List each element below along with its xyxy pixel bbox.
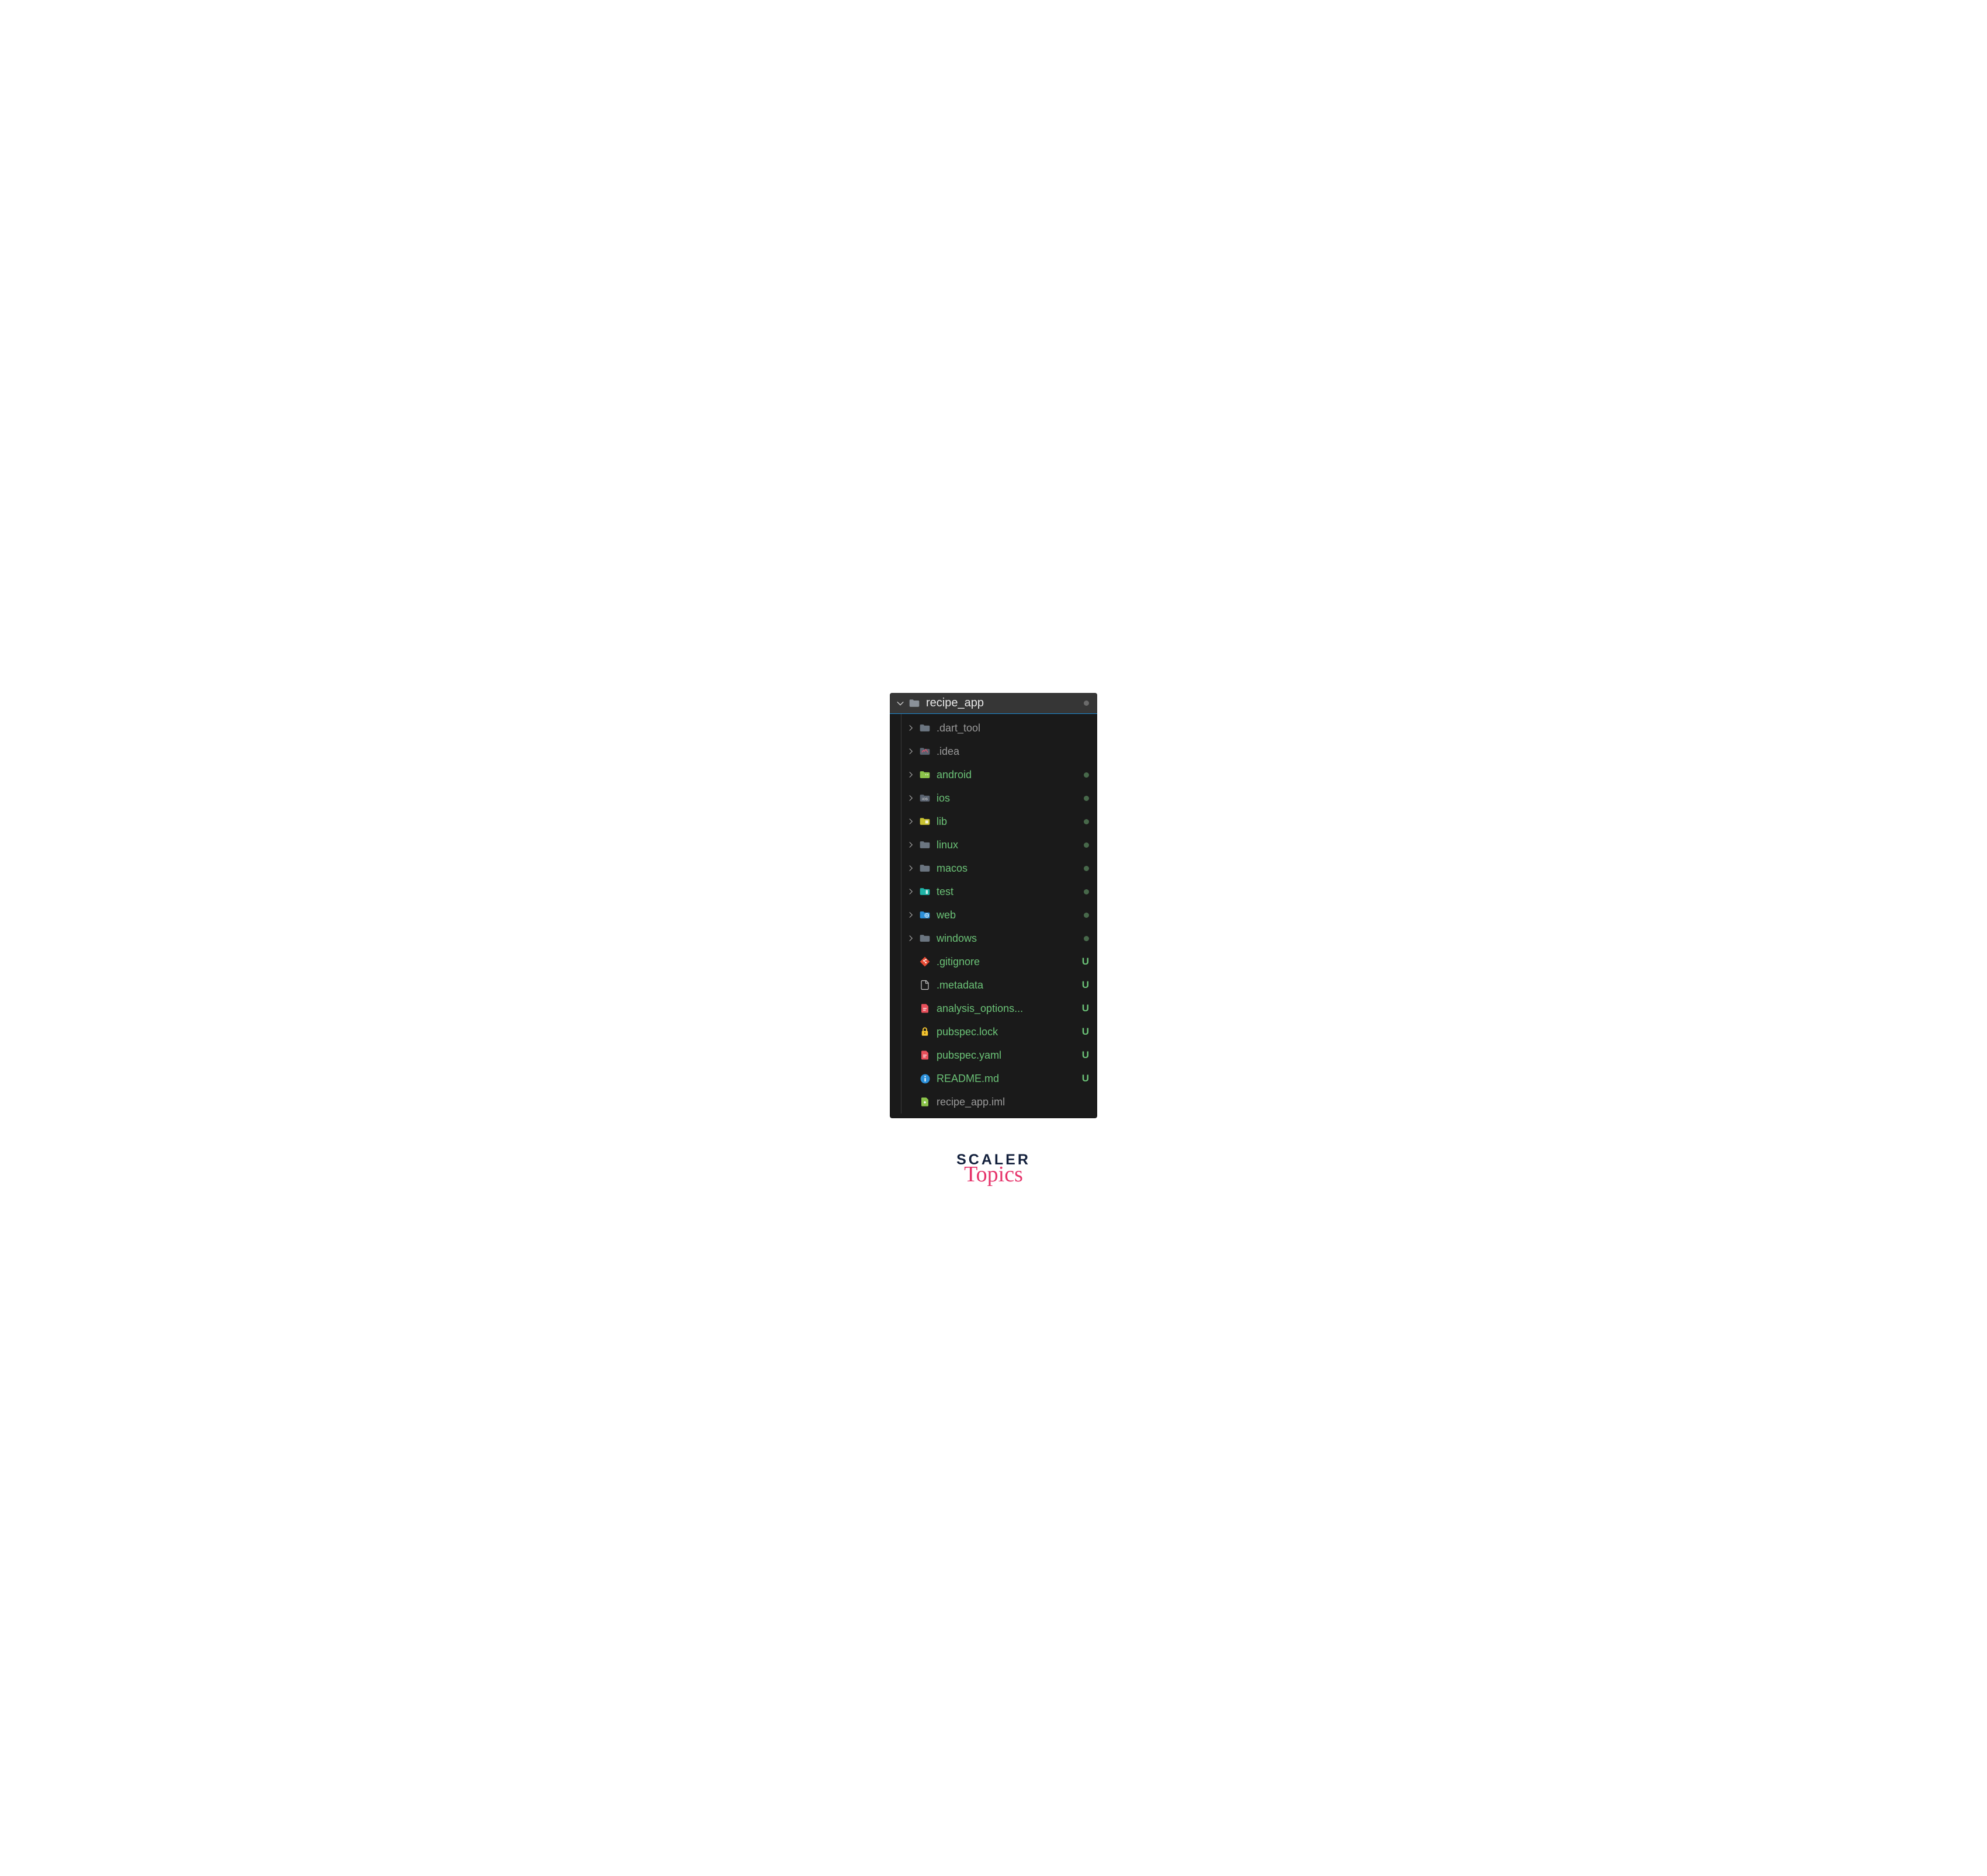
tree-item-test[interactable]: test	[890, 880, 1097, 903]
item-label: linux	[937, 839, 1084, 851]
test-icon	[919, 886, 931, 897]
tree-item--metadata[interactable]: .metadataU	[890, 973, 1097, 997]
git-icon	[919, 956, 931, 968]
tree-item-pubspec-lock[interactable]: pubspec.lockU	[890, 1020, 1097, 1043]
chevron-right-icon	[906, 910, 916, 920]
status-letter: U	[1082, 956, 1089, 968]
item-label: analysis_options...	[937, 1003, 1082, 1015]
item-label: recipe_app.iml	[937, 1096, 1091, 1108]
item-label: pubspec.lock	[937, 1026, 1082, 1038]
yaml-icon	[919, 1049, 931, 1061]
item-label: .gitignore	[937, 956, 1082, 968]
item-label: ios	[937, 792, 1084, 805]
item-label: windows	[937, 932, 1084, 945]
item-label: .idea	[937, 745, 1091, 758]
web-icon	[919, 909, 931, 921]
root-folder-label: recipe_app	[926, 696, 1084, 710]
tree-item-web[interactable]: web	[890, 903, 1097, 927]
tree-item-linux[interactable]: linux	[890, 833, 1097, 856]
tree-item-android[interactable]: android	[890, 763, 1097, 786]
lib-icon	[919, 816, 931, 827]
tree-item--dart-tool[interactable]: .dart_tool	[890, 716, 1097, 740]
file-outline-icon	[919, 979, 931, 991]
status-dot	[1084, 772, 1089, 778]
status-letter: U	[1082, 1049, 1089, 1061]
watermark-line2: Topics	[956, 1166, 1031, 1183]
status-letter: U	[1082, 1003, 1089, 1014]
chevron-right-icon	[906, 887, 916, 896]
tree-item-analysis-options---[interactable]: analysis_options...U	[890, 997, 1097, 1020]
ios-icon: iOS	[919, 792, 931, 804]
tree-item-lib[interactable]: lib	[890, 810, 1097, 833]
tree-item-readme-md[interactable]: README.mdU	[890, 1067, 1097, 1090]
tree-item-pubspec-yaml[interactable]: pubspec.yamlU	[890, 1043, 1097, 1067]
chevron-right-icon	[906, 747, 916, 756]
status-dot	[1084, 936, 1089, 941]
tree-item-macos[interactable]: macos	[890, 856, 1097, 880]
item-label: android	[937, 769, 1084, 781]
item-label: .metadata	[937, 979, 1082, 991]
status-dot	[1084, 866, 1089, 871]
svg-text:iOS: iOS	[922, 797, 928, 801]
tree-item-ios[interactable]: iOS ios	[890, 786, 1097, 810]
item-label: lib	[937, 816, 1084, 828]
tree-item--idea[interactable]: .idea	[890, 740, 1097, 763]
item-label: .dart_tool	[937, 722, 1091, 734]
chevron-right-icon	[906, 723, 916, 733]
file-explorer-panel: recipe_app .dart_tool .idea android iOS ios l…	[890, 693, 1097, 1118]
status-dot	[1084, 819, 1089, 824]
chevron-right-icon	[906, 864, 916, 873]
chevron-right-icon	[906, 840, 916, 849]
folder-gray-icon	[919, 862, 931, 874]
status-dot	[1084, 913, 1089, 918]
yaml-icon	[919, 1003, 931, 1014]
iml-icon	[919, 1096, 931, 1108]
folder-gray-icon	[919, 722, 931, 734]
status-dot	[1084, 842, 1089, 848]
item-label: test	[937, 886, 1084, 898]
status-letter: U	[1082, 1073, 1089, 1084]
info-icon	[919, 1073, 931, 1084]
tree-item--gitignore[interactable]: .gitignoreU	[890, 950, 1097, 973]
chevron-right-icon	[906, 770, 916, 779]
status-letter: U	[1082, 979, 1089, 991]
folder-gray-icon	[919, 839, 931, 851]
item-label: README.md	[937, 1073, 1082, 1085]
watermark-logo: SCALER Topics	[956, 1153, 1031, 1183]
item-label: macos	[937, 862, 1084, 875]
folder-gray-icon	[919, 932, 931, 944]
root-folder-row[interactable]: recipe_app	[890, 693, 1097, 714]
item-label: web	[937, 909, 1084, 921]
status-dot	[1084, 796, 1089, 801]
tree-item-windows[interactable]: windows	[890, 927, 1097, 950]
status-letter: U	[1082, 1026, 1089, 1038]
folder-icon	[908, 698, 920, 709]
lock-icon	[919, 1026, 931, 1038]
status-dot	[1084, 701, 1089, 706]
chevron-right-icon	[906, 934, 916, 943]
chevron-right-icon	[906, 817, 916, 826]
chevron-right-icon	[906, 793, 916, 803]
status-dot	[1084, 889, 1089, 894]
item-label: pubspec.yaml	[937, 1049, 1082, 1062]
chevron-down-icon	[896, 699, 905, 708]
tree-body: .dart_tool .idea android iOS ios lib linux maco…	[890, 714, 1097, 1118]
idea-icon	[919, 745, 931, 757]
android-icon	[919, 769, 931, 781]
tree-item-recipe-app-iml[interactable]: recipe_app.iml	[890, 1090, 1097, 1114]
